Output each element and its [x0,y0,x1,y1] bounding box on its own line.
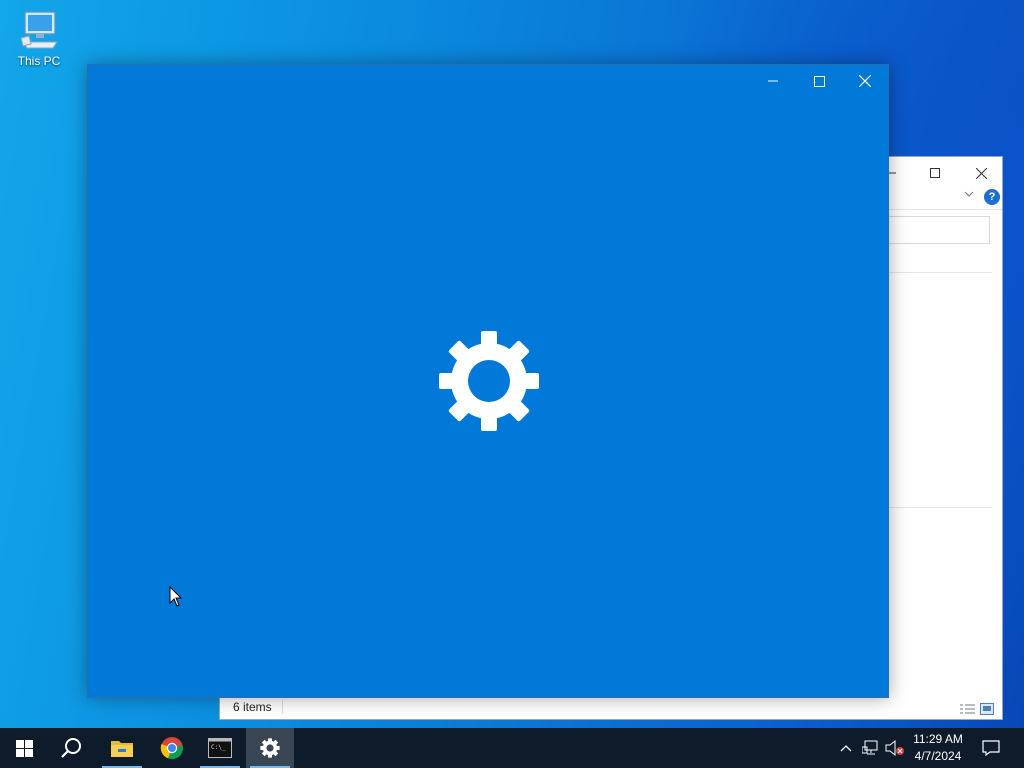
network-icon [862,740,878,755]
details-view-icon[interactable] [960,702,975,714]
settings-maximize-button[interactable] [796,65,842,97]
taskbar-command-prompt[interactable]: C:\_ [196,728,244,768]
volume-muted-icon [885,740,904,756]
svg-text:C:\_: C:\_ [211,744,226,751]
notification-icon [982,740,1000,756]
taskbar-settings[interactable] [246,728,294,768]
taskbar-chrome[interactable] [148,728,196,768]
chrome-icon [160,737,183,760]
desktop-icon-label: This PC [17,54,61,68]
explorer-maximize-button[interactable] [924,163,946,183]
settings-minimize-button[interactable] [750,65,796,97]
large-icons-view-icon[interactable] [980,702,994,715]
network-button[interactable] [860,728,882,768]
chevron-up-icon [840,745,852,752]
gear-icon [260,738,280,758]
windows-logo-icon [15,739,33,757]
status-divider [281,700,283,714]
minimize-icon [768,80,778,82]
start-button[interactable] [0,728,48,768]
search-icon [61,738,81,758]
computer-icon [20,11,58,49]
action-center-button[interactable] [976,728,1006,768]
status-bar: 6 items [220,695,1002,719]
maximize-icon [930,168,940,178]
terminal-icon: C:\_ [208,738,232,758]
close-icon [975,167,987,179]
gear-icon [439,331,539,431]
help-button[interactable]: ? [984,189,1000,205]
close-icon [859,75,871,87]
maximize-icon [813,75,825,87]
taskbar-file-explorer[interactable] [98,728,146,768]
taskbar: C:\_ 11:29 AM 4/7/2024 [0,728,1024,768]
volume-button[interactable] [884,728,906,768]
show-hidden-icons-button[interactable] [836,728,856,768]
search-button[interactable] [48,728,96,768]
settings-close-button[interactable] [842,65,888,97]
settings-window[interactable] [87,64,889,698]
explorer-close-button[interactable] [970,163,992,183]
item-count: 6 items [233,700,272,714]
system-clock[interactable]: 11:29 AM 4/7/2024 [906,731,970,765]
clock-time: 11:29 AM [913,732,963,746]
folder-icon [111,741,133,757]
desktop-icon-this-pc[interactable]: This PC [10,8,68,68]
clock-date: 4/7/2024 [914,749,962,763]
view-toggle [960,702,994,715]
mouse-cursor-icon [169,586,183,607]
ribbon-expand-chevron-icon[interactable] [964,189,974,201]
